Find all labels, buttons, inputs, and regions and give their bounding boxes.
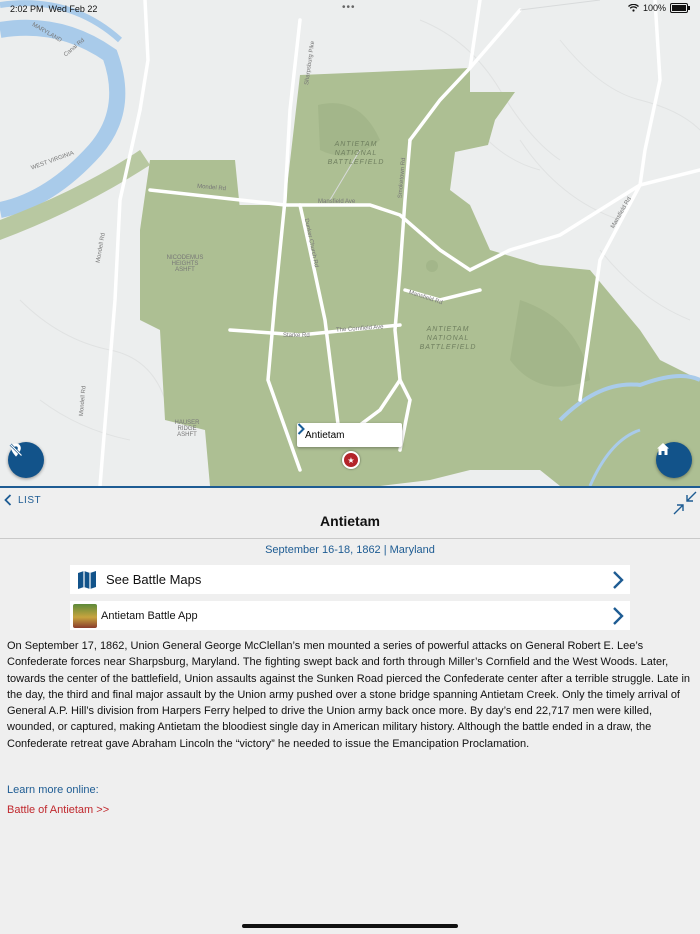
battery-icon	[670, 3, 690, 13]
chevron-left-icon	[4, 494, 12, 506]
road-label: Starke Rd	[283, 333, 310, 339]
battle-description: On September 17, 1862, Union General Geo…	[7, 640, 691, 750]
park-label: ANTIETAM NATIONAL BATTLEFIELD	[327, 141, 385, 166]
road-label: Mansfield Ave	[318, 199, 356, 205]
wifi-icon	[628, 4, 639, 12]
panel-divider	[0, 486, 700, 488]
popup-label: Antietam	[305, 429, 345, 441]
battle-date-location: September 16-18, 1862 | Maryland	[265, 544, 435, 556]
park-label: ANTIETAM NATIONAL BATTLEFIELD	[419, 326, 477, 351]
home-indicator[interactable]	[242, 924, 458, 928]
status-right: 100%	[628, 3, 690, 13]
home-icon	[657, 443, 669, 455]
multitask-dots[interactable]: •••	[342, 2, 356, 13]
antietam-battle-app-button[interactable]: Antietam Battle App	[70, 601, 630, 630]
header-divider	[0, 538, 700, 539]
back-to-list-button[interactable]: LIST	[4, 494, 41, 506]
area-label: NICODEMUS HEIGHTS ASHFT	[166, 255, 204, 273]
battle-title: Antietam	[320, 513, 380, 529]
map-view[interactable]: Sharpsburg Pike Mondel Rd Mansfield Ave …	[0, 0, 700, 486]
map-popup-antietam[interactable]: Antietam	[297, 423, 402, 447]
status-time: 2:02 PM Wed Feb 22	[10, 4, 98, 14]
see-battle-maps-button[interactable]: See Battle Maps	[70, 565, 630, 594]
app-thumbnail	[73, 603, 97, 628]
chevron-right-icon	[606, 570, 630, 590]
location-toggle-button[interactable]	[8, 442, 44, 478]
battle-marker-icon[interactable]: ★	[342, 451, 360, 469]
battery-percent: 100%	[642, 3, 666, 13]
learn-more-label: Learn more online:	[7, 784, 99, 796]
location-off-icon	[9, 443, 23, 457]
map-icon	[78, 570, 96, 589]
chevron-right-icon	[606, 606, 630, 626]
row-label: Antietam Battle App	[101, 609, 198, 622]
row-label: See Battle Maps	[106, 572, 202, 587]
back-label: LIST	[18, 494, 42, 506]
status-bar: 2:02 PM Wed Feb 22 ••• 100%	[0, 0, 700, 18]
area-label: HAUSER RIDGE ASHFT	[174, 420, 200, 438]
battle-of-antietam-link[interactable]: Battle of Antietam >>	[7, 804, 109, 816]
home-button[interactable]	[656, 442, 692, 478]
